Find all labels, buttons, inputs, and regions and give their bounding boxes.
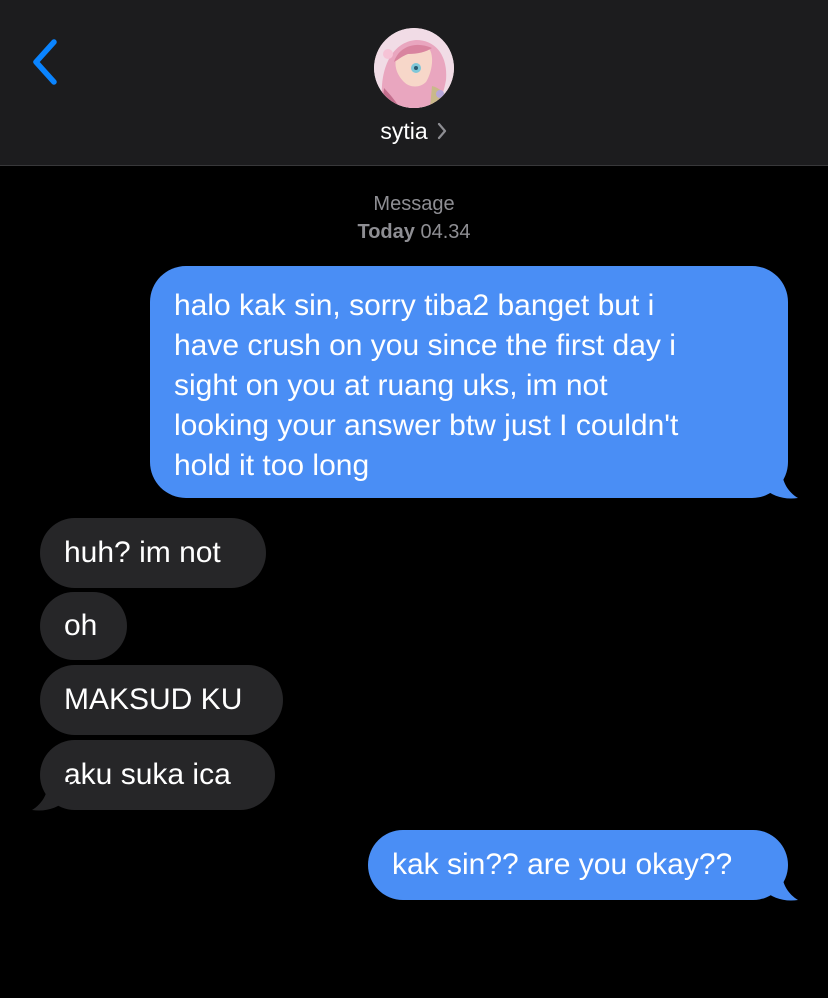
received-message-bubble[interactable]: MAKSUD KU [40, 665, 283, 735]
date-time: Today 04.34 [0, 218, 828, 246]
received-message-bubble[interactable]: huh? im not [40, 518, 266, 588]
service-label: Message [373, 193, 455, 215]
time-label: 04.34 [420, 221, 471, 243]
contact-avatar[interactable] [374, 28, 454, 108]
conversation-header: sytia [0, 0, 828, 166]
sent-message-bubble[interactable]: kak sin?? are you okay?? [368, 830, 788, 900]
sent-bubble-tail [760, 470, 798, 499]
contact-name-button[interactable]: sytia [0, 116, 828, 148]
message-line: have crush on you since the first day i [174, 329, 676, 362]
sent-message-bubble[interactable]: halo kak sin, sorry tiba2 banget but i h… [150, 266, 788, 498]
received-message-bubble[interactable]: aku suka ica [40, 740, 275, 810]
chevron-right-icon [436, 118, 448, 148]
back-button[interactable] [26, 36, 70, 88]
message-line: halo kak sin, sorry tiba2 banget but i [174, 289, 655, 322]
message-line: sight on you at ruang uks, im not [174, 369, 608, 402]
received-bubble-tail [32, 782, 70, 811]
day-label: Today [357, 221, 415, 243]
received-message-bubble[interactable]: oh [40, 592, 127, 660]
message-text: kak sin?? are you okay?? [392, 848, 733, 881]
avatar-image [374, 28, 454, 108]
message-text: oh [64, 609, 98, 642]
message-text: huh? im not [64, 536, 221, 569]
message-line: looking your answer btw just I couldn't [174, 409, 679, 442]
chevron-left-icon [33, 39, 57, 85]
message-text: MAKSUD KU [64, 683, 243, 716]
conversation-timestamp: Message Today 04.34 [0, 190, 828, 246]
message-line: hold it too long [174, 449, 370, 482]
sent-bubble-tail [760, 872, 798, 901]
contact-name: sytia [380, 118, 428, 144]
message-text: aku suka ica [64, 758, 231, 791]
